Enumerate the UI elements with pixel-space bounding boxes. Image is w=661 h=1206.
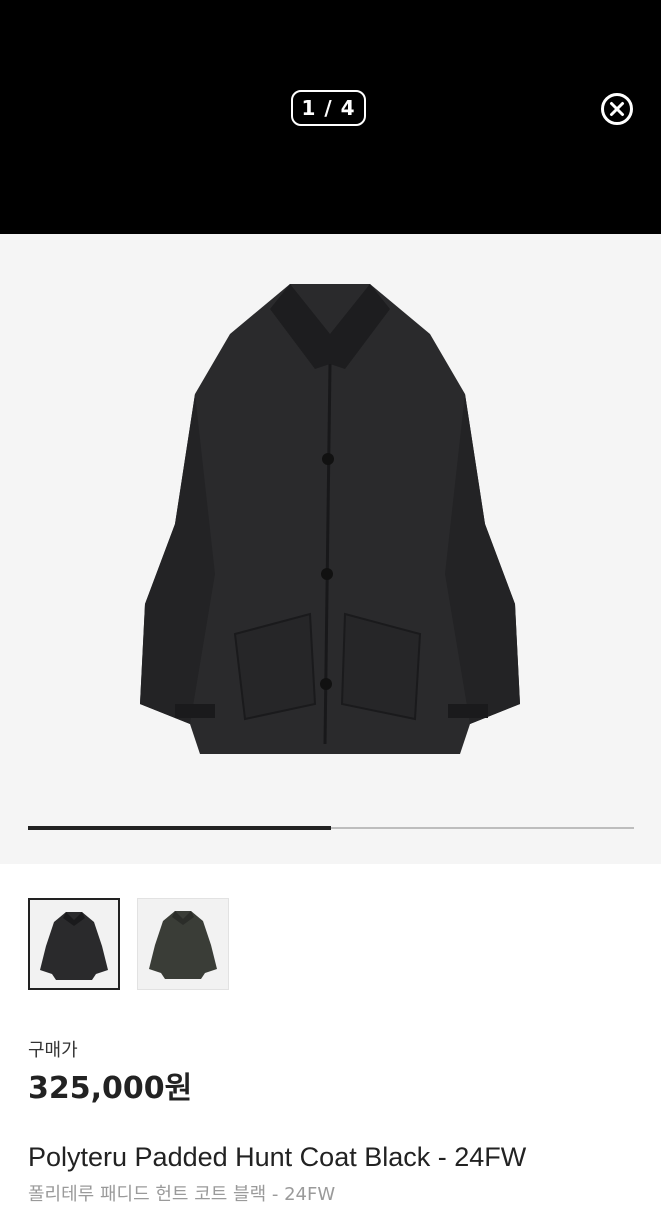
product-image[interactable] xyxy=(0,234,661,864)
image-progress-track xyxy=(28,826,634,830)
image-counter: 1 / 4 xyxy=(291,90,366,126)
product-title: Polyteru Padded Hunt Coat Black - 24FW xyxy=(28,1142,527,1172)
thumbnail-coat-olive xyxy=(149,911,217,979)
product-subtitle: 폴리테루 패디드 헌트 코트 블랙 - 24FW xyxy=(28,1184,336,1205)
coat-photo xyxy=(140,284,520,754)
thumbnail-coat-black xyxy=(40,912,108,980)
thumbnail-1[interactable] xyxy=(28,898,120,990)
close-circle-icon xyxy=(601,93,633,125)
thumbnail-2[interactable] xyxy=(137,898,229,990)
image-progress-fill xyxy=(28,826,331,830)
viewer-header: 1 / 4 xyxy=(0,0,661,234)
price-value: 325,000원 xyxy=(28,1071,193,1106)
price-label: 구매가 xyxy=(28,1040,78,1061)
close-button[interactable] xyxy=(600,92,634,126)
